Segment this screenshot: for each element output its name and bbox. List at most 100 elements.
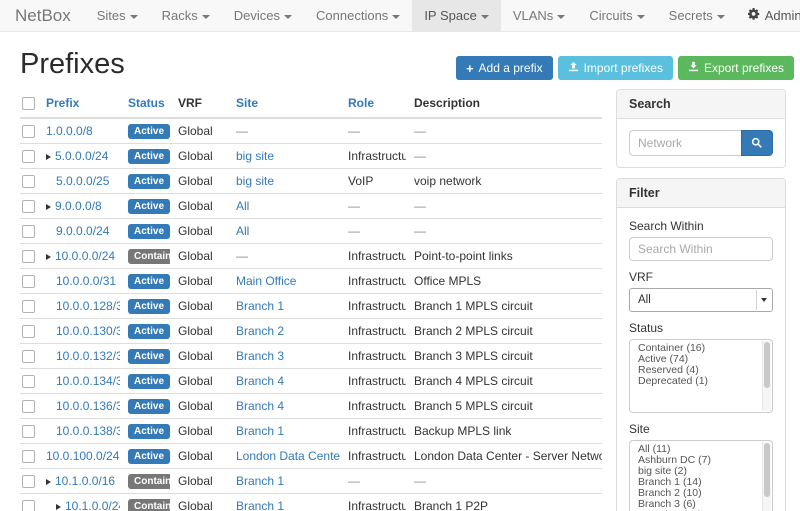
status-badge: Active: [128, 424, 170, 439]
site-link[interactable]: London Data Center: [236, 449, 340, 463]
table-row: 1.0.0.0/8ActiveGlobal———: [20, 118, 602, 144]
role-cell: Infrastructure: [340, 369, 406, 394]
nav-item-racks[interactable]: Racks: [150, 0, 222, 31]
prefix-link[interactable]: 10.1.0.0/16: [55, 474, 115, 488]
site-link[interactable]: Branch 3: [236, 349, 284, 363]
row-checkbox[interactable]: [22, 225, 35, 238]
row-checkbox[interactable]: [22, 325, 35, 338]
prefix-link[interactable]: 10.0.0.134/31: [56, 374, 120, 388]
table-header-row: PrefixStatusVRFSiteRoleDescription: [20, 89, 602, 118]
site-link[interactable]: big site: [236, 174, 274, 188]
description-cell: —: [406, 469, 602, 494]
site-link[interactable]: big site: [236, 149, 274, 163]
search-button[interactable]: [741, 130, 773, 156]
site-link[interactable]: Branch 2: [236, 324, 284, 338]
row-checkbox[interactable]: [22, 150, 35, 163]
search-within-input[interactable]: [629, 237, 773, 261]
nav-item-devices[interactable]: Devices: [222, 0, 304, 31]
prefix-link[interactable]: 10.1.0.0/24: [65, 499, 120, 511]
row-checkbox[interactable]: [22, 350, 35, 363]
prefix-link[interactable]: 9.0.0.0/24: [56, 224, 109, 238]
page-header: Prefixes +Add a prefixImport prefixesExp…: [0, 48, 800, 81]
prefix-link[interactable]: 10.0.0.0/31: [56, 274, 116, 288]
prefix-link[interactable]: 10.0.0.132/31: [56, 349, 120, 363]
row-checkbox[interactable]: [22, 475, 35, 488]
row-checkbox[interactable]: [22, 375, 35, 388]
column-header-prefix[interactable]: Prefix: [38, 89, 120, 118]
column-header-status[interactable]: Status: [120, 89, 170, 118]
site-label: Site: [629, 422, 773, 436]
vrf-select[interactable]: All: [629, 288, 773, 312]
row-checkbox[interactable]: [22, 500, 35, 511]
prefix-link[interactable]: 10.0.0.136/31: [56, 399, 120, 413]
role-cell: Infrastructure: [340, 394, 406, 419]
row-checkbox[interactable]: [22, 250, 35, 263]
prefix-link[interactable]: 5.0.0.0/25: [56, 174, 109, 188]
prefix-link[interactable]: 10.0.100.0/24: [46, 449, 119, 463]
site-link[interactable]: Branch 1: [236, 474, 284, 488]
site-link[interactable]: Branch 1: [236, 299, 284, 313]
prefix-link[interactable]: 10.0.0.0/24: [55, 249, 115, 263]
column-header-site[interactable]: Site: [228, 89, 340, 118]
prefix-link[interactable]: 10.0.0.128/31: [56, 299, 120, 313]
row-checkbox[interactable]: [22, 175, 35, 188]
select-all-checkbox[interactable]: [22, 97, 35, 110]
row-checkbox[interactable]: [22, 200, 35, 213]
search-input[interactable]: [629, 130, 741, 156]
role-cell: Infrastructure: [340, 294, 406, 319]
vrf-cell: Global: [170, 118, 228, 144]
row-checkbox[interactable]: [22, 300, 35, 313]
site-link[interactable]: Branch 4: [236, 374, 284, 388]
site-link[interactable]: Main Office: [236, 274, 296, 288]
nav-item-sites[interactable]: Sites: [85, 0, 150, 31]
filter-panel: Filter Search Within VRF All Status Cont…: [616, 178, 786, 511]
sidebar: Search Filter Search Within V: [616, 89, 786, 511]
site-link[interactable]: All: [236, 199, 249, 213]
prefix-link[interactable]: 10.0.0.130/31: [56, 324, 120, 338]
status-label: Status: [629, 321, 773, 335]
role-cell: Infrastructure: [340, 344, 406, 369]
scrollbar[interactable]: [762, 442, 771, 511]
site-link[interactable]: Branch 1: [236, 424, 284, 438]
row-checkbox[interactable]: [22, 400, 35, 413]
site-multiselect[interactable]: All (11)Ashburn DC (7)big site (2)Branch…: [629, 440, 773, 511]
nav-item-ip-space[interactable]: IP Space: [412, 0, 501, 31]
nav-item-secrets[interactable]: Secrets: [657, 0, 737, 31]
prefix-link[interactable]: 10.0.0.138/31: [56, 424, 120, 438]
nav-item-connections[interactable]: Connections: [304, 0, 412, 31]
nav-item-circuits[interactable]: Circuits: [577, 0, 656, 31]
export-prefixes-button[interactable]: Export prefixes: [678, 56, 794, 80]
nav-item-vlans[interactable]: VLANs: [501, 0, 577, 31]
role-cell: Infrastructure: [340, 419, 406, 444]
site-link[interactable]: Branch 1: [236, 499, 284, 511]
select-option[interactable]: Deprecated (1): [630, 376, 772, 387]
column-header-role[interactable]: Role: [340, 89, 406, 118]
description-cell: Branch 5 MPLS circuit: [406, 394, 602, 419]
table-row: 10.0.0.0/31ActiveGlobalMain OfficeInfras…: [20, 269, 602, 294]
plus-icon: +: [466, 61, 474, 76]
table-body: 1.0.0.0/8ActiveGlobal——— 5.0.0.0/24 Active…: [20, 118, 602, 511]
site-link[interactable]: Branch 4: [236, 399, 284, 413]
brand-netbox[interactable]: NetBox: [0, 0, 85, 31]
site-link[interactable]: All: [236, 224, 249, 238]
role-cell: —: [340, 219, 406, 244]
prefix-link[interactable]: 9.0.0.0/8: [55, 199, 102, 213]
add-a-prefix-button[interactable]: +Add a prefix: [456, 56, 553, 80]
row-checkbox[interactable]: [22, 125, 35, 138]
search-panel: Search: [616, 89, 786, 168]
prefix-link[interactable]: 1.0.0.0/8: [46, 124, 93, 138]
scrollbar[interactable]: [762, 341, 771, 411]
status-badge: Container: [128, 474, 170, 489]
nav-item-admin[interactable]: Admin: [737, 0, 800, 31]
description-cell: Branch 1 P2P: [406, 494, 602, 511]
prefix-link[interactable]: 5.0.0.0/24: [55, 149, 108, 163]
expand-caret-icon: [46, 204, 51, 210]
status-multiselect[interactable]: Container (16)Active (74)Reserved (4)Dep…: [629, 339, 773, 413]
row-checkbox[interactable]: [22, 450, 35, 463]
description-cell: Branch 1 MPLS circuit: [406, 294, 602, 319]
import-prefixes-button[interactable]: Import prefixes: [558, 56, 673, 80]
row-checkbox[interactable]: [22, 425, 35, 438]
vrf-cell: Global: [170, 169, 228, 194]
row-checkbox[interactable]: [22, 275, 35, 288]
chevron-down-icon: [637, 15, 645, 19]
